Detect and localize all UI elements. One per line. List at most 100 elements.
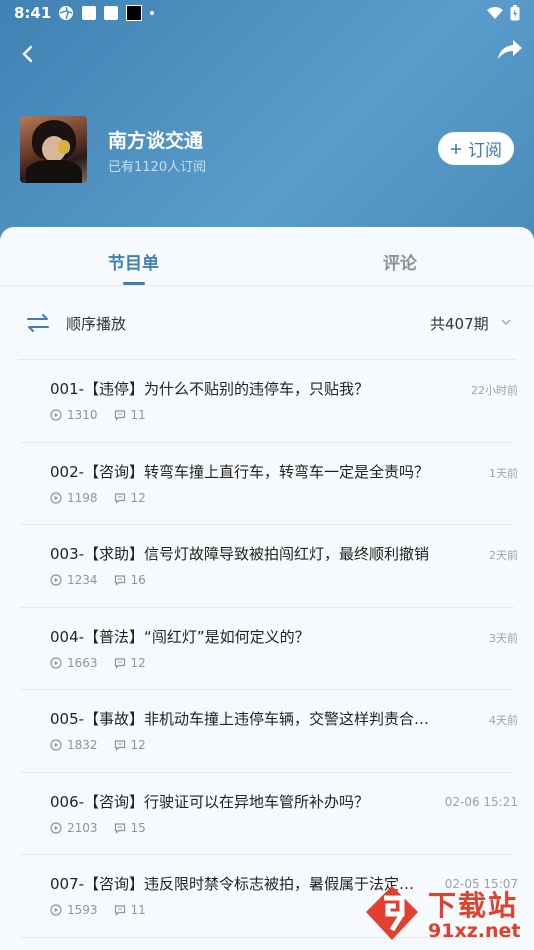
episode-list: 001-【违停】为什么不贴别的违停车，只贴我？ 22小时前 1310 11 002-【咨… [0,360,534,938]
comment-count: 11 [114,408,146,422]
episode-title[interactable]: 002-【咨询】转弯车撞上直行车，转弯车一定是全责吗？ [50,461,440,482]
play-count: 1234 [50,573,98,587]
notification-square-icon [82,6,96,20]
battery-icon [510,5,520,21]
episode-row[interactable]: 006-【咨询】行驶证可以在异地车管所补办吗？ 02-06 15:21 2103 15 [0,773,534,855]
channel-header: 南方谈交通 已有1120人订阅 订阅 [20,116,520,184]
episode-stats: 1832 12 [50,738,162,752]
aperture-icon [59,6,73,20]
comment-count: 16 [114,573,146,587]
comment-count-value: 16 [130,573,146,587]
play-count: 1832 [50,738,98,752]
share-icon[interactable] [496,38,524,62]
episode-title[interactable]: 006-【咨询】行驶证可以在异地车管所补办吗？ [50,791,440,812]
watermark-text: 下载站 [428,889,519,922]
episode-row[interactable]: 001-【违停】为什么不贴别的违停车，只贴我？ 22小时前 1310 11 [0,360,534,443]
play-count-icon [50,821,62,834]
status-time: 8:41 [14,4,52,22]
plus-icon [451,143,461,154]
comment-count-value: 12 [130,655,146,670]
play-count: 1663 [50,656,98,670]
comment-count-value: 11 [130,903,146,917]
comment-count-value: 12 [130,738,146,752]
tab-bar: 节目单 评论 [0,227,534,286]
episode-stats: 1593 11 [50,903,162,917]
episode-stats: 2103 15 [50,821,162,835]
play-count-icon [50,656,62,669]
comment-count-value: 12 [130,490,146,505]
play-count-value: 1832 [67,738,98,752]
comment-icon [114,740,125,751]
channel-subscriber-count: 已有1120人订阅 [108,160,207,175]
comment-count-value: 11 [130,408,146,422]
watermark-logo-icon [366,886,418,940]
content-panel: 节目单 评论 顺序播放 共407期 001-【违停】为什么不贴别的违停车，只贴我… [0,227,534,950]
status-bar: 8:41 [0,0,534,28]
tab-comments[interactable]: 评论 [383,249,417,274]
subscribe-label: 订阅 [468,141,502,161]
episode-time: 1天前 [489,466,518,480]
episode-title[interactable]: 005-【事故】非机动车撞上违停车辆，交警这样判责合理吗？ [50,708,440,729]
episode-row[interactable]: 005-【事故】非机动车撞上违停车辆，交警这样判责合理吗？ 4天前 1832 12 [0,690,534,773]
play-count-icon [50,574,62,586]
episode-count-label[interactable]: 共407期 [430,313,489,334]
play-count: 2103 [50,821,98,835]
comment-count-value: 15 [130,820,146,835]
comment-icon [114,905,125,916]
playback-controls: 顺序播放 共407期 [0,286,534,360]
wifi-icon [487,7,503,19]
play-count-icon [50,904,62,916]
episode-time: 2天前 [489,549,518,562]
subscribe-button[interactable]: 订阅 [438,132,514,165]
episode-time: 3天前 [489,631,518,645]
play-count-value: 1310 [67,408,98,422]
episode-time: 22小时前 [471,384,518,397]
notification-square-icon [104,6,118,20]
play-count-value: 1593 [67,903,98,917]
play-count: 1198 [50,491,98,505]
episode-stats: 1310 11 [50,408,162,422]
channel-name: 南方谈交通 [108,130,204,152]
episode-title[interactable]: 001-【违停】为什么不贴别的违停车，只贴我？ [50,378,440,399]
more-notifications-dot-icon [150,11,154,15]
comment-icon [114,410,125,421]
comment-icon [114,657,125,669]
play-count-value: 2103 [67,820,98,835]
play-count-icon [50,491,62,504]
active-tab-indicator [123,282,145,285]
back-arrow-icon[interactable] [16,42,40,66]
comment-count: 12 [114,656,146,670]
episode-time: 02-06 15:21 [444,794,518,809]
play-count-icon [50,409,62,421]
episode-stats: 1198 12 [50,491,162,505]
play-count-icon [50,739,62,751]
watermark-url: 91xz.net [428,920,521,942]
comment-icon [114,492,125,504]
play-order-label[interactable]: 顺序播放 [66,313,126,334]
episode-time: 4天前 [489,714,518,727]
comment-count: 12 [114,738,146,752]
comment-icon [114,575,125,586]
comment-icon [114,822,125,834]
status-notification-icons [58,5,154,21]
episode-stats: 1663 12 [50,656,162,670]
episode-title[interactable]: 003-【求助】信号灯故障导致被拍闯红灯，最终顺利撤销 [50,543,440,564]
episode-row[interactable]: 002-【咨询】转弯车撞上直行车，转弯车一定是全责吗？ 1天前 1198 12 [0,443,534,525]
tab-program-list[interactable]: 节目单 [108,249,159,274]
play-count-value: 1234 [67,573,98,587]
comment-count: 15 [114,821,146,835]
play-count-value: 1198 [67,490,98,505]
episode-title[interactable]: 004-【普法】“闯红灯”是如何定义的？ [50,626,440,647]
comment-count: 11 [114,903,146,917]
sequential-play-icon[interactable] [26,313,50,333]
comment-count: 12 [114,491,146,505]
notification-dark-square-icon [126,5,142,21]
episode-row[interactable]: 003-【求助】信号灯故障导致被拍闯红灯，最终顺利撤销 2天前 1234 16 [0,525,534,608]
episode-row[interactable]: 004-【普法】“闯红灯”是如何定义的？ 3天前 1663 12 [0,608,534,690]
play-count-value: 1663 [67,655,98,670]
play-count: 1310 [50,408,98,422]
channel-avatar [20,116,87,183]
play-count: 1593 [50,903,98,917]
watermark: 下载站 91xz.net [362,880,534,950]
chevron-down-icon[interactable] [500,317,512,327]
